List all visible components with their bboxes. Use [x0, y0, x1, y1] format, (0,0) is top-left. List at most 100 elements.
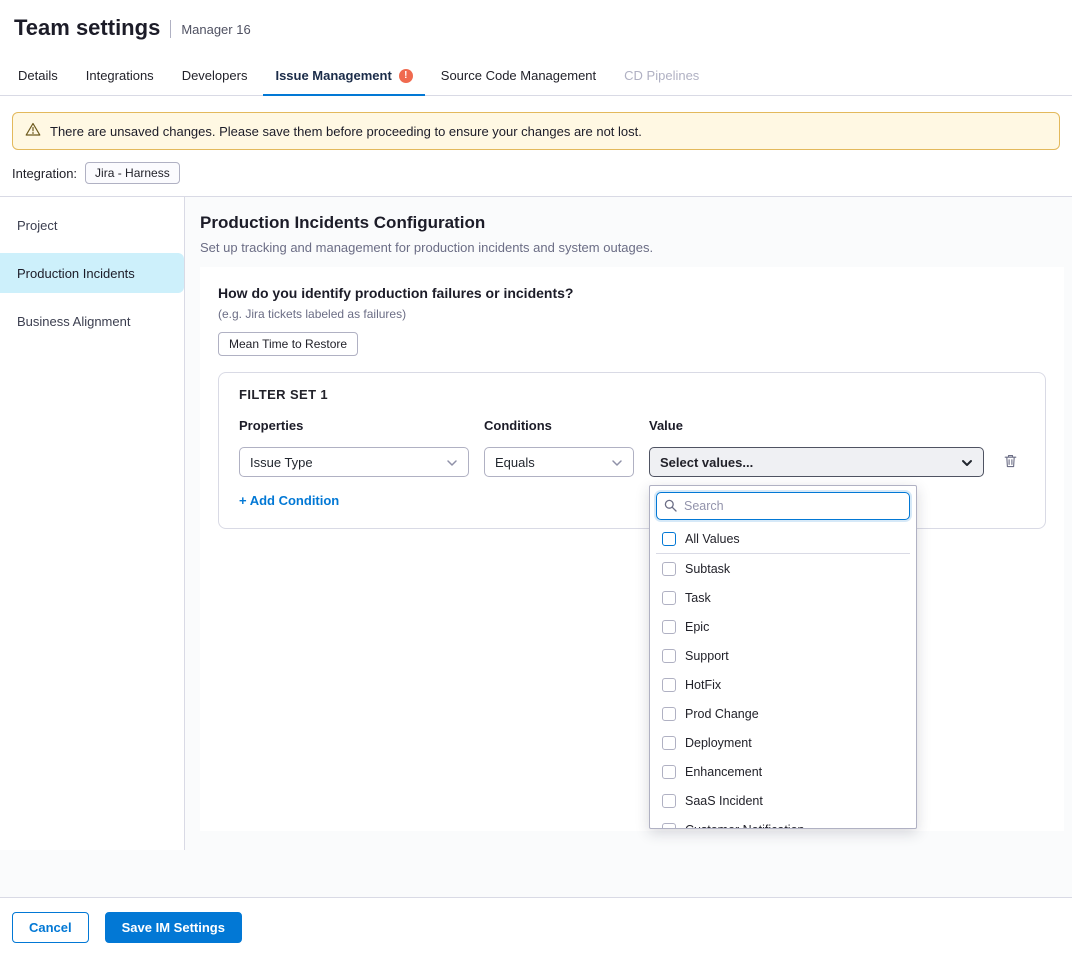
- page-title: Team settings: [14, 15, 160, 41]
- tab-cd-pipelines: CD Pipelines: [610, 56, 713, 95]
- option-all-values[interactable]: All Values: [656, 524, 910, 554]
- save-im-settings-button[interactable]: Save IM Settings: [105, 912, 242, 943]
- tab-issue-management[interactable]: Issue Management !: [261, 56, 426, 95]
- option-label: Prod Change: [685, 707, 759, 721]
- unsaved-changes-banner: There are unsaved changes. Please save t…: [12, 112, 1060, 150]
- team-name: Manager 16: [181, 22, 250, 37]
- section-title: Production Incidents Configuration: [200, 213, 1064, 233]
- option-checkbox[interactable]: [662, 823, 676, 830]
- all-values-label: All Values: [685, 532, 740, 546]
- option-checkbox[interactable]: [662, 736, 676, 750]
- trash-icon: [1003, 453, 1018, 472]
- option-prod-change[interactable]: Prod Change: [656, 699, 910, 728]
- option-checkbox[interactable]: [662, 620, 676, 634]
- delete-filter-row-button[interactable]: [999, 449, 1022, 476]
- team-settings-page: Team settings Manager 16 Details Integra…: [0, 0, 1072, 956]
- tab-developers-label: Developers: [182, 68, 248, 83]
- option-checkbox[interactable]: [662, 678, 676, 692]
- property-select[interactable]: Issue Type: [239, 447, 469, 477]
- section-subtitle: Set up tracking and management for produ…: [200, 240, 1064, 255]
- option-label: Deployment: [685, 736, 752, 750]
- option-checkbox[interactable]: [662, 794, 676, 808]
- option-label: Epic: [685, 620, 709, 634]
- option-saas-incident[interactable]: SaaS Incident: [656, 786, 910, 815]
- tab-cd-pipelines-label: CD Pipelines: [624, 68, 699, 83]
- integration-label: Integration:: [12, 166, 77, 181]
- filter-row: Issue Type Equals Select values...: [239, 447, 1025, 477]
- question-hint: (e.g. Jira tickets labeled as failures): [218, 307, 1046, 321]
- all-values-checkbox[interactable]: [662, 532, 676, 546]
- tab-source-code-management[interactable]: Source Code Management: [427, 56, 610, 95]
- value-select-cell: Select values...: [649, 447, 984, 477]
- sidebar-item-project[interactable]: Project: [0, 205, 184, 245]
- option-customer-notification[interactable]: Customer Notification: [656, 815, 910, 829]
- tab-details-label: Details: [18, 68, 58, 83]
- option-checkbox[interactable]: [662, 649, 676, 663]
- search-input[interactable]: [656, 492, 910, 520]
- option-label: SaaS Incident: [685, 794, 763, 808]
- option-checkbox[interactable]: [662, 765, 676, 779]
- title-divider: [170, 20, 171, 38]
- tab-integrations-label: Integrations: [86, 68, 154, 83]
- integration-chip[interactable]: Jira - Harness: [85, 162, 180, 184]
- option-label: HotFix: [685, 678, 721, 692]
- condition-select-value: Equals: [495, 455, 535, 470]
- value-multiselect[interactable]: Select values...: [649, 447, 984, 477]
- tab-source-code-management-label: Source Code Management: [441, 68, 596, 83]
- question-heading: How do you identify production failures …: [218, 285, 1046, 301]
- metric-chip-mean-time-to-restore[interactable]: Mean Time to Restore: [218, 332, 358, 356]
- property-select-value: Issue Type: [250, 455, 313, 470]
- chevron-down-icon: [611, 455, 623, 470]
- footer-bar: Cancel Save IM Settings: [0, 897, 1072, 956]
- column-header-properties: Properties: [239, 418, 469, 433]
- option-epic[interactable]: Epic: [656, 612, 910, 641]
- chevron-down-icon: [961, 455, 973, 470]
- sidebar-item-business-alignment-label: Business Alignment: [17, 314, 130, 329]
- header: Team settings Manager 16: [0, 0, 1072, 56]
- tab-details[interactable]: Details: [4, 56, 72, 95]
- cancel-button[interactable]: Cancel: [12, 912, 89, 943]
- option-checkbox[interactable]: [662, 562, 676, 576]
- option-label: Customer Notification: [685, 823, 805, 830]
- option-hotfix[interactable]: HotFix: [656, 670, 910, 699]
- integration-row: Integration: Jira - Harness: [0, 160, 1072, 196]
- option-support[interactable]: Support: [656, 641, 910, 670]
- main-panel: Production Incidents Configuration Set u…: [185, 197, 1072, 897]
- option-enhancement[interactable]: Enhancement: [656, 757, 910, 786]
- unsaved-changes-badge-icon: !: [399, 69, 413, 83]
- warning-triangle-icon: [25, 122, 41, 141]
- content-area: Project Production Incidents Business Al…: [0, 196, 1072, 897]
- option-checkbox[interactable]: [662, 707, 676, 721]
- option-label: Support: [685, 649, 729, 663]
- column-header-conditions: Conditions: [484, 418, 634, 433]
- settings-sidebar: Project Production Incidents Business Al…: [0, 197, 185, 850]
- unsaved-changes-text: There are unsaved changes. Please save t…: [50, 124, 642, 139]
- option-label: Task: [685, 591, 711, 605]
- sidebar-item-business-alignment[interactable]: Business Alignment: [0, 301, 184, 341]
- add-condition-button[interactable]: + Add Condition: [239, 493, 339, 508]
- value-multiselect-placeholder: Select values...: [660, 455, 753, 470]
- sidebar-item-production-incidents[interactable]: Production Incidents: [0, 253, 184, 293]
- option-task[interactable]: Task: [656, 583, 910, 612]
- tab-integrations[interactable]: Integrations: [72, 56, 168, 95]
- incidents-config-card: How do you identify production failures …: [200, 267, 1064, 831]
- filter-set-title: FILTER SET 1: [239, 387, 1025, 402]
- value-dropdown-panel: All Values Subtask Task Epic Support Hot…: [649, 485, 917, 829]
- search-icon: [664, 499, 677, 517]
- tab-bar: Details Integrations Developers Issue Ma…: [0, 56, 1072, 96]
- filter-columns-header: Properties Conditions Value: [239, 418, 1025, 433]
- condition-select[interactable]: Equals: [484, 447, 634, 477]
- option-deployment[interactable]: Deployment: [656, 728, 910, 757]
- filter-set-1: FILTER SET 1 Properties Conditions Value…: [218, 372, 1046, 529]
- tab-issue-management-label: Issue Management: [275, 68, 391, 83]
- dropdown-search: [656, 492, 910, 520]
- column-header-value: Value: [649, 418, 984, 433]
- sidebar-item-production-incidents-label: Production Incidents: [17, 266, 135, 281]
- sidebar-item-project-label: Project: [17, 218, 57, 233]
- option-label: Subtask: [685, 562, 730, 576]
- option-checkbox[interactable]: [662, 591, 676, 605]
- chevron-down-icon: [446, 455, 458, 470]
- tab-developers[interactable]: Developers: [168, 56, 262, 95]
- option-subtask[interactable]: Subtask: [656, 554, 910, 583]
- option-label: Enhancement: [685, 765, 762, 779]
